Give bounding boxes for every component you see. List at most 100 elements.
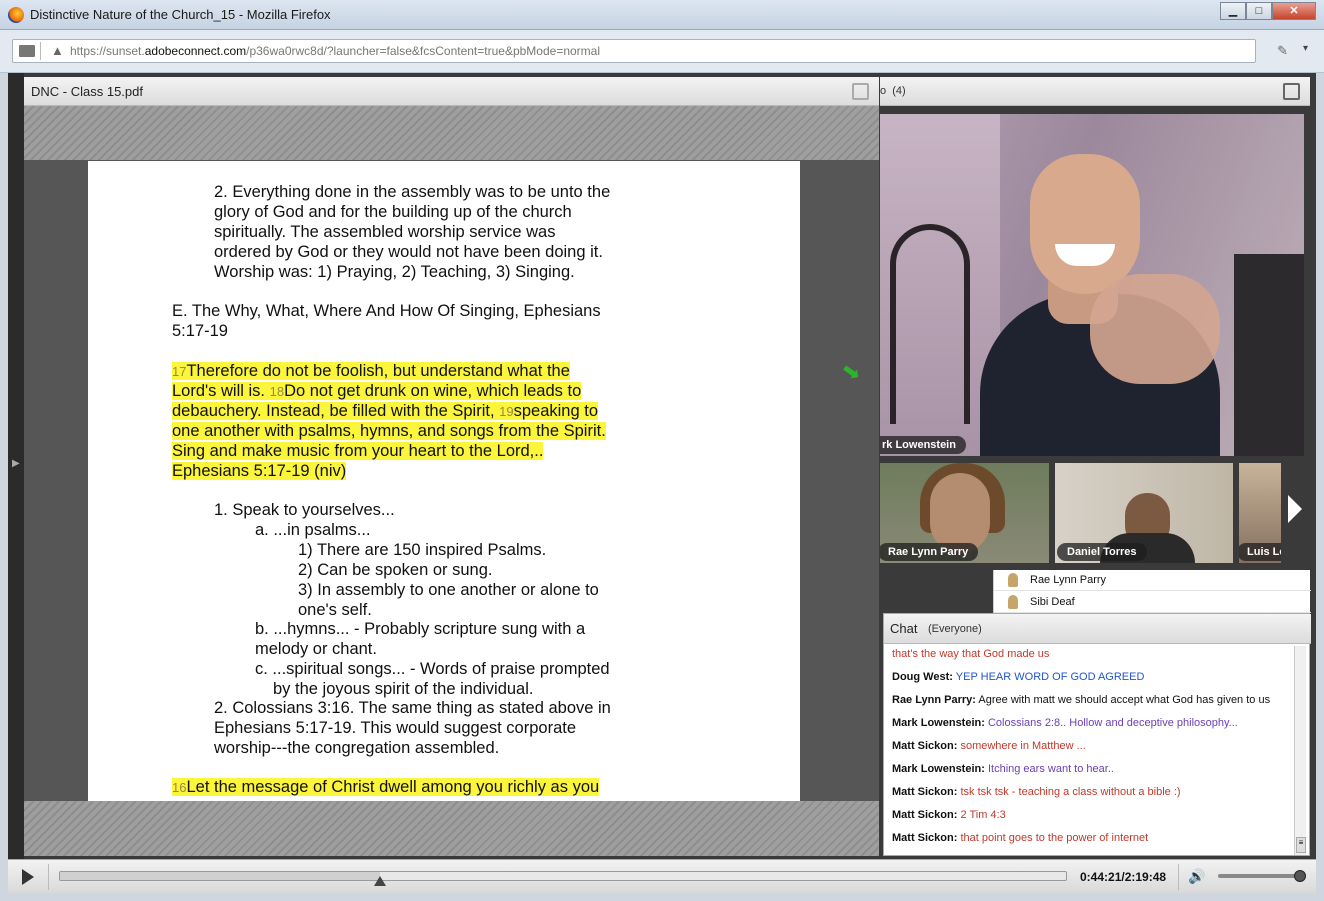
fullscreen-icon[interactable] (852, 83, 869, 100)
navigation-bar: ▲ https://sunset.adobeconnect.com/p36wa0… (0, 30, 1324, 73)
chat-message: Matt Sickon: somewhere in Matthew ... (892, 740, 1086, 752)
chat-text: that point goes to the power of internet (960, 832, 1149, 844)
person-icon (1008, 595, 1018, 609)
minimize-button[interactable]: ▁ (1220, 2, 1246, 20)
pdf-text-line: Worship was: 1) Praying, 2) Teaching, 3)… (214, 263, 575, 281)
speaker-hands (1090, 274, 1220, 384)
scrollbar-thumb[interactable]: ≡ (1296, 837, 1306, 853)
attendee-list: Rae Lynn Parry Sibi Deaf (993, 570, 1311, 613)
chat-message: Rae Lynn Parry: Agree with matt we shoul… (892, 694, 1270, 706)
attendee-item[interactable]: Rae Lynn Parry (994, 570, 1311, 591)
close-button[interactable]: ✕ (1272, 2, 1316, 20)
menu-dropdown-button[interactable]: ▾ (1303, 43, 1308, 54)
hatch-top (24, 106, 879, 160)
pdf-share-pod: DNC - Class 15.pdf 2. Everything done in… (24, 77, 879, 856)
chat-sender: Mark Lowenstein: (892, 717, 985, 729)
chat-text: that's the way that God made us (892, 648, 1050, 660)
playback-controls: 0:44:21/2:19:48 🔊 (8, 859, 1316, 893)
pdf-text-line: 2. Colossians 3:16. The same thing as st… (214, 699, 611, 717)
chat-message: Matt Sickon: tsk tsk tsk - teaching a cl… (892, 786, 1181, 798)
background-shelf (1234, 254, 1304, 456)
timeline-scrubber[interactable] (374, 876, 387, 886)
chat-text: YEP HEAR WORD OF GOD AGREED (955, 671, 1145, 683)
chat-message: Matt Sickon: 2 Tim 4:3 (892, 809, 1006, 821)
hatch-bottom (24, 801, 879, 856)
main-video-feed[interactable]: rk Lowenstein (880, 114, 1304, 456)
verse-number: 16 (172, 780, 187, 795)
pdf-text-line: a. ...in psalms... (255, 521, 371, 539)
video-thumbnails: Rae Lynn Parry Daniel Torres Luis Le (880, 463, 1310, 563)
video-thumbnail[interactable]: Luis Le (1239, 463, 1281, 563)
video-thumbnail[interactable]: Rae Lynn Parry (880, 463, 1049, 563)
window-controls: ▁ □ ✕ (1220, 2, 1316, 20)
pdf-text-line: 3) In assembly to one another or alone t… (298, 581, 599, 599)
extension-icon[interactable]: ✎ (1277, 43, 1288, 59)
chat-message: that's the way that God made us (892, 648, 1049, 660)
pdf-text-line: ordered by God or they would not have be… (214, 243, 603, 261)
volume-slider[interactable] (1218, 874, 1304, 878)
pdf-page: 2. Everything done in the assembly was t… (88, 161, 800, 801)
chat-messages: that's the way that God made us Doug West… (890, 648, 1290, 853)
verse-number: 19 (499, 404, 514, 419)
chat-text: Colossians 2:8.. Hollow and deceptive ph… (987, 717, 1238, 729)
chat-sender: Mark Lowenstein: (892, 763, 985, 775)
pdf-text-line: b. ...hymns... - Probably scripture sung… (255, 620, 586, 638)
pdf-text-line: 1. Speak to yourselves... (214, 501, 395, 519)
pdf-text-line: glory of God and for the building up of … (214, 203, 572, 221)
pdf-pod-header: DNC - Class 15.pdf (24, 77, 879, 106)
pdf-text-line: Ephesians 5:17-19. This would suggest co… (214, 719, 577, 737)
chat-sender: Doug West: (892, 671, 953, 683)
chat-message: Mark Lowenstein: Itching ears want to he… (892, 763, 1114, 775)
camera-count: (4) (892, 85, 906, 97)
chat-sender: Matt Sickon: (892, 832, 958, 844)
attendee-name: Rae Lynn Parry (1030, 574, 1107, 586)
timeline-played (60, 872, 381, 880)
camera-pod-title: o (4) (880, 85, 906, 97)
chat-message: Mark Lowenstein: Colossians 2:8.. Hollow… (892, 717, 1238, 729)
pdf-text-line: Sing and make music from your heart to t… (172, 442, 544, 460)
pdf-text-line: Lord's will is. 18Do not get drunk on wi… (172, 382, 582, 400)
address-bar[interactable]: ▲ https://sunset.adobeconnect.com/p36wa0… (12, 39, 1256, 63)
volume-knob[interactable] (1293, 870, 1306, 882)
speaker-head (1030, 154, 1140, 294)
pdf-text-line: E. The Why, What, Where And How Of Singi… (172, 302, 601, 320)
chat-sender: Matt Sickon: (892, 809, 958, 821)
pdf-text-line: Ephesians 5:17-19 (niv) (172, 462, 347, 480)
pdf-text-line: by the joyous spirit of the individual. (273, 680, 534, 698)
person-icon (1008, 573, 1018, 587)
volume-icon[interactable]: 🔊 (1188, 868, 1205, 885)
thumbnail-name: Daniel Torres (1057, 543, 1147, 561)
chat-scrollbar[interactable]: ≡ (1294, 646, 1306, 855)
attendee-name: Sibi Deaf (1030, 596, 1075, 608)
warning-icon[interactable]: ▲ (51, 43, 64, 58)
attendee-item[interactable]: Sibi Deaf (994, 592, 1311, 613)
play-icon[interactable] (22, 869, 34, 885)
url-text[interactable]: https://sunset.adobeconnect.com/p36wa0rw… (70, 44, 600, 58)
playback-timeline[interactable] (59, 871, 1067, 886)
playback-time: 0:44:21/2:19:48 (1080, 870, 1167, 884)
chat-pod: Chat (Everyone) that's the way that God … (883, 613, 1311, 856)
pdf-text-line: 2. Everything done in the assembly was t… (214, 183, 611, 201)
chat-sender: Matt Sickon: (892, 740, 958, 752)
chat-text: somewhere in Matthew ... (960, 740, 1086, 752)
thumbnail-name: Rae Lynn Parry (880, 543, 979, 561)
window-title: Distinctive Nature of the Church_15 - Mo… (30, 7, 331, 22)
pdf-text-line: 2) Can be spoken or sung. (298, 561, 493, 579)
next-thumbnails-icon[interactable] (1288, 495, 1302, 523)
camera-pod-header: o (4) (880, 77, 1310, 106)
thumbnail-name: Luis Le (1239, 543, 1281, 561)
expand-arrow-icon[interactable]: ▶ (12, 458, 20, 469)
firefox-logo-icon (8, 7, 24, 23)
camera-fullscreen-icon[interactable] (1283, 83, 1300, 100)
video-thumbnail[interactable]: Daniel Torres (1055, 463, 1233, 563)
main-speaker-name: rk Lowenstein (880, 436, 966, 454)
right-panel: o (4) rk Lowenstein Rae Lynn Parry Danie… (880, 77, 1311, 856)
chair (890, 224, 970, 424)
page-icon (19, 45, 35, 57)
pdf-text-line: one another with psalms, hymns, and song… (172, 422, 606, 440)
left-panel-handle[interactable]: ▶ (8, 73, 24, 859)
maximize-button[interactable]: □ (1246, 2, 1272, 20)
chat-scope[interactable]: (Everyone) (928, 623, 982, 635)
pdf-title: DNC - Class 15.pdf (31, 84, 143, 99)
pdf-text-line: worship---the congregation assembled. (214, 739, 500, 757)
